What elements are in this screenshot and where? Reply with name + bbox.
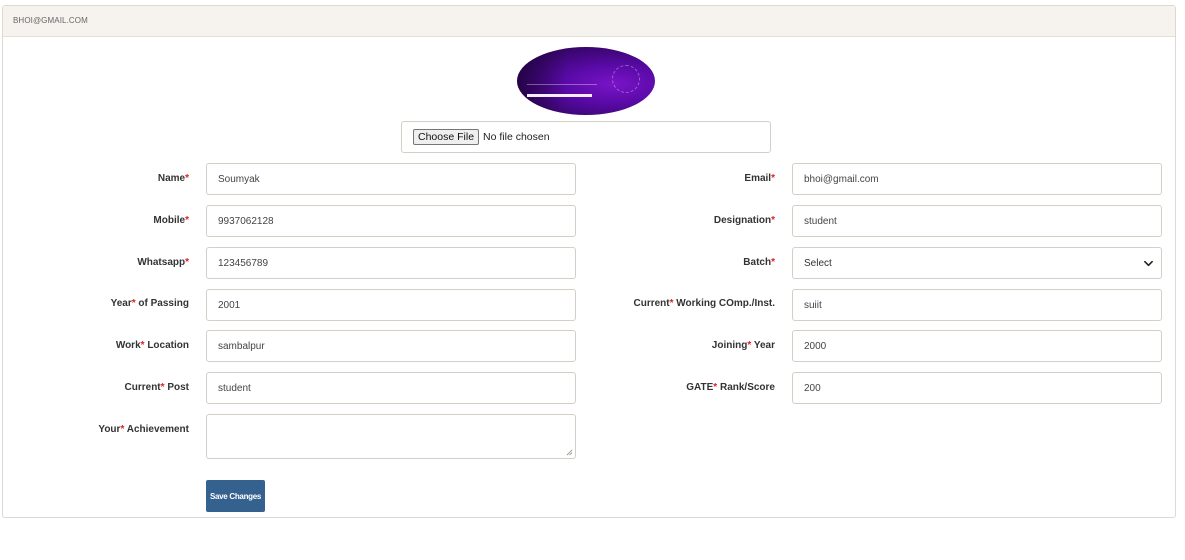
choose-file-button[interactable]: Choose File — [413, 129, 480, 145]
card-header: BHOI@GMAIL.COM — [3, 6, 1175, 37]
email-label: Email* — [744, 173, 775, 184]
current-post-input[interactable]: student — [206, 372, 576, 404]
designation-label: Designation* — [713, 215, 775, 226]
work-location-input[interactable]: sambalpur — [206, 330, 576, 362]
name-label: Name* — [157, 173, 189, 184]
achievement-label: Your* Achievement — [98, 424, 189, 435]
whatsapp-input[interactable]: 123456789 — [206, 247, 576, 279]
designation-input[interactable]: student — [792, 205, 1162, 237]
gate-rank-label: GATE* Rank/Score — [686, 382, 775, 393]
save-changes-button[interactable]: Save Changes — [206, 480, 265, 512]
photo-upload-field[interactable]: Choose File No file chosen — [401, 121, 771, 153]
achievement-textarea[interactable] — [206, 414, 576, 459]
name-input[interactable]: Soumyak — [206, 163, 576, 195]
account-email-title: BHOI@GMAIL.COM — [13, 16, 88, 25]
current-post-label: Current* Post — [124, 382, 189, 393]
profile-photo — [517, 47, 655, 115]
gate-rank-input[interactable]: 200 — [792, 372, 1162, 404]
current-company-label: Current* Working COmp./Inst. — [633, 298, 775, 309]
work-location-label: Work* Location — [115, 340, 189, 351]
year-of-passing-input[interactable]: 2001 — [206, 289, 576, 321]
year-of-passing-label: Year* of Passing — [110, 298, 189, 309]
email-input[interactable]: bhoi@gmail.com — [792, 163, 1162, 195]
batch-label: Batch* — [743, 257, 775, 268]
current-company-input[interactable]: suiit — [792, 289, 1162, 321]
mobile-label: Mobile* — [153, 215, 189, 226]
joining-year-label: Joining* Year — [711, 340, 775, 351]
batch-select[interactable]: Select — [792, 247, 1162, 279]
file-status-text: No file chosen — [483, 131, 550, 143]
mobile-input[interactable]: 9937062128 — [206, 205, 576, 237]
resize-grip-icon[interactable] — [566, 449, 573, 456]
chevron-down-icon — [1144, 260, 1153, 266]
whatsapp-label: Whatsapp* — [137, 257, 189, 268]
joining-year-input[interactable]: 2000 — [792, 330, 1162, 362]
